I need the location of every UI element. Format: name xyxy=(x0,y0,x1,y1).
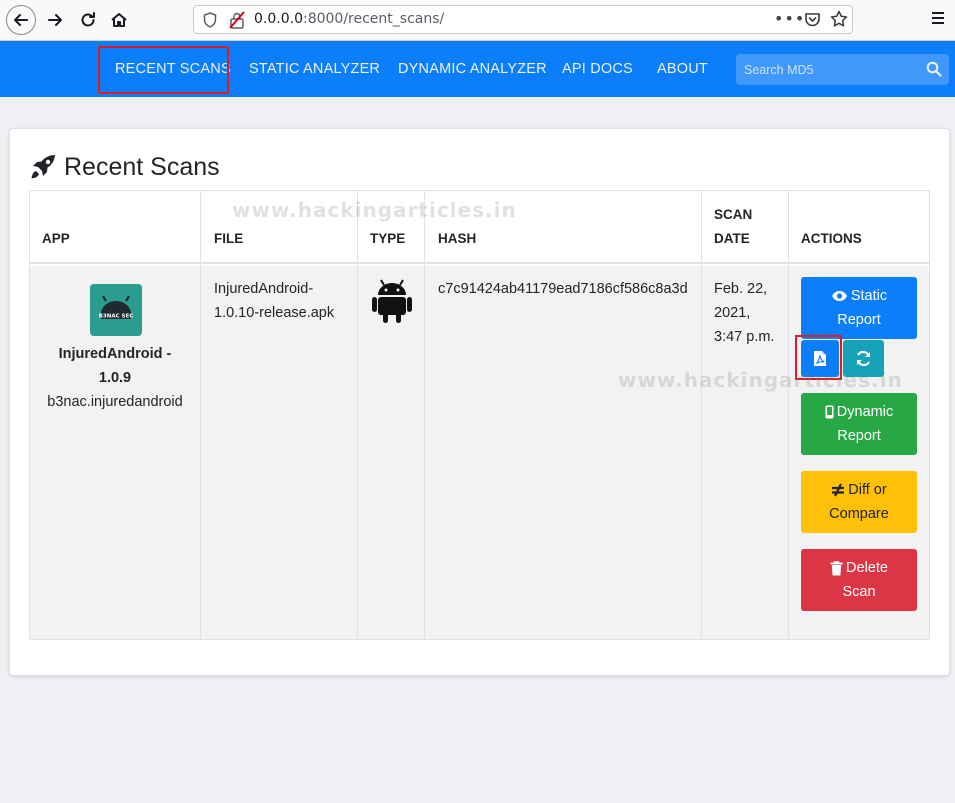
eye-icon xyxy=(831,291,847,302)
address-bar[interactable]: 0.0.0.0:8000/recent_scans/ ••• xyxy=(193,5,853,34)
delete-scan-label-1: Delete xyxy=(846,560,888,576)
home-button[interactable] xyxy=(104,5,134,35)
search-icon[interactable] xyxy=(926,61,942,77)
shield-icon[interactable] xyxy=(203,12,217,28)
scan-date-line1: Feb. 22, xyxy=(714,281,768,297)
hamburger-menu-icon[interactable] xyxy=(930,10,946,26)
header-app: APP xyxy=(42,231,70,246)
static-report-label-1: Static xyxy=(850,288,888,304)
scans-table: APP FILE TYPE HASH SCAN DATE ACTIONS B3N… xyxy=(29,190,930,640)
home-icon xyxy=(111,13,127,27)
dynamic-report-label-2: Report xyxy=(837,428,881,444)
url-path: :8000/recent_scans/ xyxy=(302,11,445,27)
search-md5-box xyxy=(736,54,949,85)
table-header xyxy=(30,191,929,264)
forward-button[interactable] xyxy=(40,5,70,35)
file-name-line2: 1.0.10-release.apk xyxy=(214,305,335,321)
column-divider xyxy=(701,191,702,639)
header-file: FILE xyxy=(214,231,244,246)
nav-static-analyzer[interactable]: STATIC ANALYZER xyxy=(249,61,380,77)
column-divider xyxy=(424,191,425,639)
scan-date-line3: 3:47 p.m. xyxy=(714,329,775,345)
nav-dynamic-analyzer[interactable]: DYNAMIC ANALYZER xyxy=(398,61,547,77)
app-name-line1: InjuredAndroid - xyxy=(58,346,172,362)
not-equal-icon xyxy=(832,483,845,497)
refresh-icon xyxy=(856,350,871,367)
app-name: InjuredAndroid - 1.0.9 xyxy=(40,342,190,390)
insecure-lock-icon[interactable] xyxy=(229,11,245,29)
header-hash: HASH xyxy=(438,231,477,246)
url-text[interactable]: 0.0.0.0:8000/recent_scans/ xyxy=(254,11,444,27)
bookmark-star-icon[interactable] xyxy=(830,10,848,28)
reload-icon xyxy=(81,12,95,27)
search-md5-input[interactable] xyxy=(736,54,921,85)
column-divider xyxy=(200,191,201,639)
dynamic-report-button[interactable]: Dynamic Report xyxy=(801,393,917,455)
column-divider xyxy=(357,191,358,639)
rescan-button[interactable] xyxy=(843,340,884,377)
url-host: 0.0.0.0 xyxy=(254,11,303,27)
header-actions: ACTIONS xyxy=(801,231,862,246)
scan-date-line2: 2021, xyxy=(714,305,751,321)
mobile-icon xyxy=(825,405,834,419)
header-scan-date-line2: DATE xyxy=(714,231,750,246)
header-type: TYPE xyxy=(370,231,406,246)
nav-about[interactable]: ABOUT xyxy=(657,61,708,77)
page-title-text: Recent Scans xyxy=(64,152,220,181)
android-logo-icon: B3NAC SEC xyxy=(90,284,142,336)
nav-api-docs[interactable]: API DOCS xyxy=(562,61,633,77)
page-title: Recent Scans xyxy=(28,150,220,184)
delete-scan-button[interactable]: Delete Scan xyxy=(801,549,917,611)
diff-compare-label-2: Compare xyxy=(829,506,889,522)
table-row xyxy=(30,266,929,639)
file-hash: c7c91424ab41179ead7186cf586c8a3d xyxy=(438,281,688,297)
static-report-button[interactable]: Static Report xyxy=(801,277,917,339)
dynamic-report-label-1: Dynamic xyxy=(836,404,894,420)
diff-compare-label-1: Diff or xyxy=(848,482,887,498)
app-package: b3nac.injuredandroid xyxy=(47,394,183,410)
app-icon: B3NAC SEC xyxy=(90,284,142,336)
arrow-left-icon xyxy=(14,14,28,26)
app-name-line2: 1.0.9 xyxy=(98,370,132,386)
file-name-line1: InjuredAndroid- xyxy=(214,281,314,297)
highlight-box-pdf xyxy=(795,335,842,380)
diff-compare-button[interactable]: Diff or Compare xyxy=(801,471,917,533)
static-report-label-2: Report xyxy=(837,312,881,328)
app-icon-text: B3NAC SEC xyxy=(99,314,134,320)
rocket-icon xyxy=(31,155,55,179)
delete-scan-label-2: Scan xyxy=(842,584,876,600)
android-icon xyxy=(372,279,412,323)
column-divider xyxy=(788,191,789,639)
pocket-icon[interactable] xyxy=(804,11,821,28)
browser-toolbar: 0.0.0.0:8000/recent_scans/ ••• xyxy=(0,0,955,41)
page-actions-icon[interactable]: ••• xyxy=(774,9,805,28)
back-button[interactable] xyxy=(6,5,36,35)
arrow-right-icon xyxy=(48,14,62,26)
highlight-box-recent-scans xyxy=(98,46,229,94)
trash-icon xyxy=(830,560,843,576)
header-scan-date-line1: SCAN xyxy=(714,207,753,222)
reload-button[interactable] xyxy=(73,5,103,35)
